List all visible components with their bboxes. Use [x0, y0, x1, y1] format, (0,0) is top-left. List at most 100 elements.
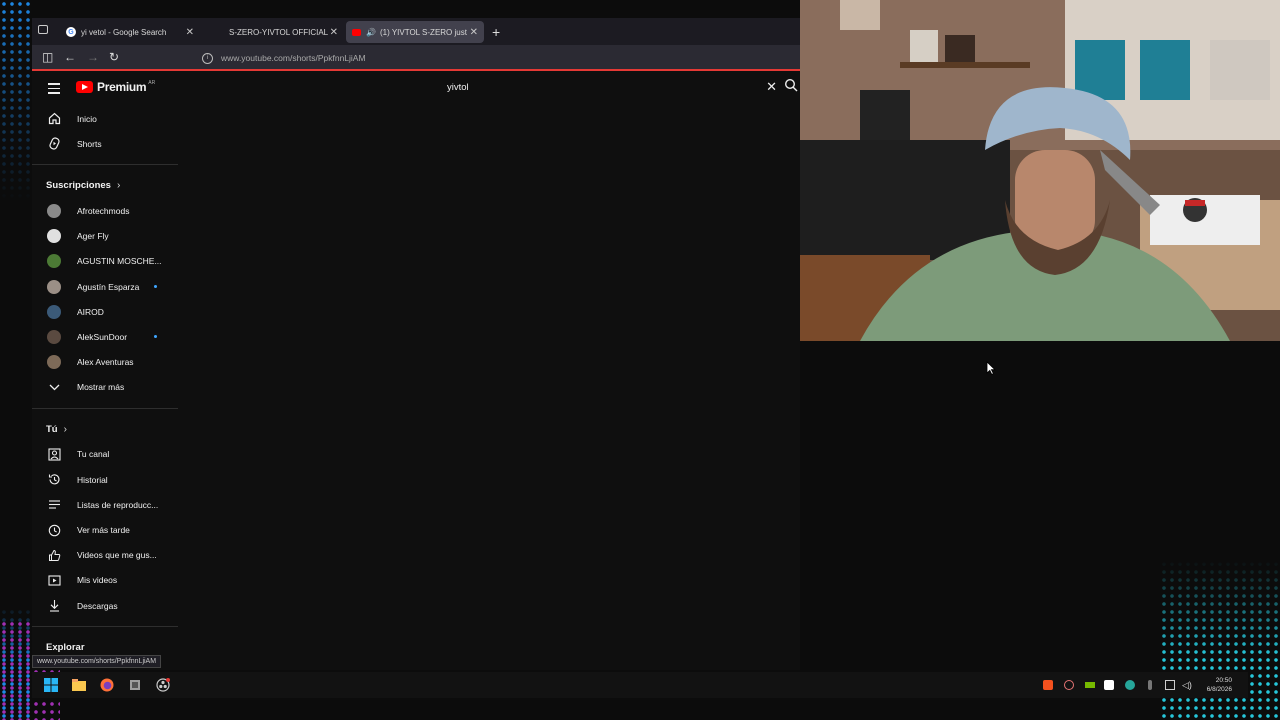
network-icon[interactable]	[1165, 680, 1175, 690]
sidebar-item-label: Historial	[77, 474, 108, 485]
youtube-icon	[352, 28, 361, 36]
liked-icon	[47, 548, 61, 562]
mouse-cursor-icon	[986, 361, 996, 380]
sidebar-toggle-icon[interactable]: ◫	[42, 50, 53, 64]
history-icon	[47, 473, 61, 487]
status-link-text: www.youtube.com/shorts/PpkfnnLjiAM	[37, 658, 157, 665]
channel-name: Alex Aventuras	[77, 357, 134, 368]
show-more-label: Mostrar más	[77, 382, 125, 393]
explore-heading-text: Explorar	[46, 642, 85, 654]
close-icon[interactable]: ✕	[186, 27, 194, 38]
sidebar-item-subscription[interactable]: Agustín Esparza	[32, 274, 178, 299]
youtube-sidebar: Inicio Shorts Suscripciones › Afrotechmo…	[32, 106, 178, 660]
tab-szero-official[interactable]: S-ZERO-YIVTOL OFFICIAL ✕	[208, 21, 344, 43]
firefox-icon[interactable]	[100, 678, 114, 692]
speaker-icon[interactable]: 🔊	[366, 28, 376, 37]
file-explorer-icon[interactable]	[72, 678, 86, 692]
reload-icon[interactable]: ↻	[109, 50, 119, 64]
close-icon[interactable]: ✕	[330, 27, 338, 38]
back-icon[interactable]: ←	[64, 50, 76, 64]
youtube-header: Premium AR yivtol ✕	[32, 71, 800, 106]
subscriptions-heading-text: Suscripciones	[46, 180, 111, 192]
sidebar-item-label: Mis videos	[77, 575, 118, 586]
tab-title: (1) YIVTOL S-ZERO just	[379, 27, 467, 37]
subscriptions-heading[interactable]: Suscripciones ›	[32, 173, 178, 198]
tray-app-icon[interactable]	[1125, 680, 1135, 690]
chevron-down-icon	[47, 380, 61, 394]
sidebar-item-subscription[interactable]: Ager Fly	[32, 224, 178, 249]
decorative-dots-left	[0, 0, 32, 720]
home-icon	[47, 112, 61, 126]
app-icon[interactable]	[128, 678, 142, 692]
sidebar-item-ver-mas-tarde[interactable]: Ver más tarde	[32, 517, 178, 542]
sidebar-item-label: Ver más tarde	[77, 525, 130, 536]
browser-window: G yi vetol - Google Search ✕ S-ZERO-YIVT…	[32, 18, 800, 670]
country-code: AR	[148, 80, 156, 86]
sidebar-item-liked-videos[interactable]: Videos que me gus...	[32, 543, 178, 568]
channel-name: AIROD	[77, 306, 104, 317]
sidebar-item-inicio[interactable]: Inicio	[32, 106, 178, 131]
avatar	[47, 229, 61, 244]
tray-app-icon[interactable]	[1064, 680, 1074, 690]
forward-icon[interactable]: →	[87, 50, 99, 64]
sidebar-item-descargas[interactable]: Descargas	[32, 593, 178, 618]
address-bar[interactable]: i www.youtube.com/shorts/PpkfnnLjiAM	[202, 49, 366, 67]
sidebar-item-subscription[interactable]: AIROD	[32, 299, 178, 324]
show-more-button[interactable]: Mostrar más	[32, 375, 178, 400]
search-input[interactable]: yivtol ✕	[437, 76, 777, 98]
tray-app-icon[interactable]	[1043, 680, 1053, 690]
search-icon[interactable]	[784, 78, 800, 96]
link-status-bar: www.youtube.com/shorts/PpkfnnLjiAM	[32, 655, 162, 668]
sidebar-item-label: Listas de reproducc...	[77, 499, 159, 510]
sidebar-item-subscription[interactable]: Afrotechmods	[32, 198, 178, 223]
windows-start-icon[interactable]	[44, 678, 58, 692]
channel-name: AlekSunDoor	[77, 331, 128, 342]
url-text: www.youtube.com/shorts/PpkfnnLjiAM	[221, 53, 366, 63]
google-icon: G	[66, 27, 76, 37]
taskbar: ◁) 20:50 6/8/2026	[32, 672, 1248, 698]
sidebar-item-label: Tu canal	[77, 449, 110, 460]
you-heading[interactable]: Tú ›	[32, 417, 178, 442]
playlists-icon	[47, 498, 61, 512]
site-info-icon[interactable]: i	[202, 52, 213, 64]
avatar	[47, 279, 61, 294]
microphone-icon[interactable]	[1148, 680, 1152, 690]
sidebar-item-listas[interactable]: Listas de reproducc...	[32, 492, 178, 517]
nvidia-icon[interactable]	[1085, 682, 1095, 688]
divider	[32, 626, 178, 628]
tab-overview-icon[interactable]	[38, 25, 48, 34]
sidebar-item-label: Descargas	[77, 600, 118, 611]
chevron-right-icon: ›	[116, 180, 121, 192]
tab-yivtol-video[interactable]: 🔊 (1) YIVTOL S-ZERO just ✕	[346, 21, 484, 43]
youtube-premium-logo[interactable]: Premium AR	[76, 80, 155, 94]
sidebar-item-tu-canal[interactable]: Tu canal	[32, 442, 178, 467]
downloads-icon	[47, 599, 61, 613]
sidebar-item-shorts[interactable]: Shorts	[32, 131, 178, 156]
tray-app-icon[interactable]	[1104, 680, 1114, 690]
tab-title: S-ZERO-YIVTOL OFFICIAL	[229, 27, 329, 37]
close-icon[interactable]: ✕	[470, 27, 478, 38]
sidebar-item-historial[interactable]: Historial	[32, 467, 178, 492]
taskbar-clock[interactable]: 20:50 6/8/2026	[1207, 676, 1232, 694]
volume-icon[interactable]: ◁)	[1182, 680, 1192, 690]
sidebar-item-subscription[interactable]: Alex Aventuras	[32, 350, 178, 375]
clear-search-icon[interactable]: ✕	[766, 79, 777, 95]
channel-name: AGUSTIN MOSCHE...	[77, 256, 162, 267]
obs-icon[interactable]	[156, 678, 170, 692]
clock-time: 20:50	[1215, 677, 1232, 684]
sidebar-item-subscription[interactable]: AGUSTIN MOSCHE...	[32, 249, 178, 274]
tab-google-search[interactable]: G yi vetol - Google Search ✕	[60, 21, 200, 43]
new-content-dot	[154, 335, 157, 339]
menu-icon[interactable]	[48, 83, 60, 97]
chevron-right-icon: ›	[63, 423, 67, 435]
sidebar-item-mis-videos[interactable]: Mis videos	[32, 568, 178, 593]
navigation-bar: ◫ ← → ↻ i www.youtube.com/shorts/PpkfnnL…	[32, 45, 800, 71]
you-heading-text: Tú	[46, 423, 58, 435]
divider	[32, 164, 178, 166]
clock-date: 6/8/2026	[1206, 686, 1232, 693]
sidebar-item-label: Shorts	[77, 138, 102, 149]
search-value: yivtol	[447, 81, 469, 93]
watch-later-icon	[47, 523, 61, 537]
sidebar-item-subscription[interactable]: AlekSunDoor	[32, 324, 178, 349]
new-tab-button[interactable]: +	[492, 24, 500, 40]
